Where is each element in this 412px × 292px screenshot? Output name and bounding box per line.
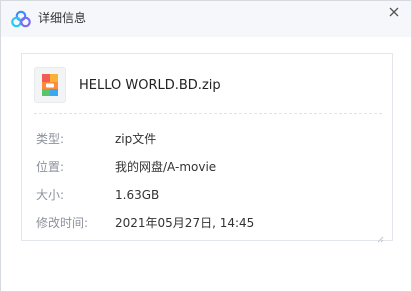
- detail-label: 修改时间:: [36, 216, 89, 230]
- zip-archive-icon: [34, 67, 66, 103]
- detail-value: 1.63GB: [115, 188, 160, 202]
- divider: [34, 113, 382, 114]
- detail-value: zip文件: [115, 132, 157, 146]
- detail-row-size: 大小: 1.63GB: [36, 186, 376, 204]
- cloud-logo-icon: [11, 10, 31, 28]
- file-name: HELLO WORLD.BD.zip: [79, 78, 221, 93]
- title-bar[interactable]: 详细信息: [1, 1, 411, 37]
- detail-label: 大小:: [36, 188, 65, 202]
- detail-value: 我的网盘/A-movie: [115, 160, 217, 174]
- detail-label: 类型:: [36, 132, 65, 146]
- resize-grip-icon[interactable]: [377, 236, 384, 243]
- detail-row-location: 位置: 我的网盘/A-movie: [36, 158, 376, 176]
- detail-row-type: 类型: zip文件: [36, 130, 376, 148]
- details-dialog: 详细信息 HELLO WORLD.BD.zip 类型: zip文件 位置: 我的: [0, 0, 412, 292]
- file-info-panel: HELLO WORLD.BD.zip 类型: zip文件 位置: 我的网盘/A-…: [21, 53, 393, 243]
- detail-row-modified: 修改时间: 2021年05月27日, 14:45: [36, 214, 376, 232]
- close-icon[interactable]: [387, 5, 401, 19]
- detail-label: 位置:: [36, 160, 65, 174]
- detail-value: 2021年05月27日, 14:45: [115, 216, 255, 230]
- dialog-title: 详细信息: [38, 11, 87, 25]
